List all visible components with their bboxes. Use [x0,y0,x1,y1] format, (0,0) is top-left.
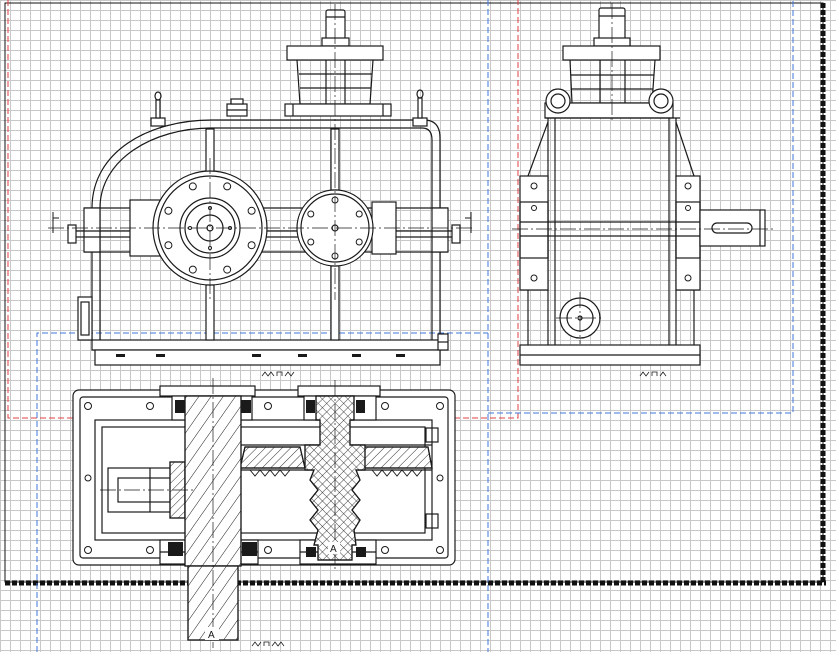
section-marker-left [52,212,59,233]
gear-housing-side[interactable] [519,117,701,366]
drawing-canvas[interactable]: A A [0,0,836,652]
view-caption-front [261,371,295,377]
oil-level-gauge[interactable] [77,296,93,341]
section-view[interactable]: A A [72,378,456,648]
front-view[interactable] [48,4,472,377]
section-mark-gear-shaft: A [330,544,337,555]
output-shaft[interactable] [520,209,766,247]
oil-filler-plug[interactable] [226,98,248,117]
section-marker-right [465,212,472,233]
lifting-eye-side-left[interactable] [545,88,571,114]
input-adapter-housing-front[interactable] [284,45,392,117]
lifting-lug-left[interactable] [150,91,166,127]
view-caption-side [639,371,667,377]
cad-drawing-area[interactable]: A A [0,0,836,652]
lifting-lug-right[interactable] [412,89,428,127]
side-view[interactable] [512,3,776,377]
drain-plug[interactable] [437,333,449,351]
input-shaft-front[interactable] [321,9,350,47]
lifting-eye-side-right[interactable] [648,88,674,114]
section-mark-input-shaft: A [208,630,215,641]
view-caption-section [251,641,285,647]
